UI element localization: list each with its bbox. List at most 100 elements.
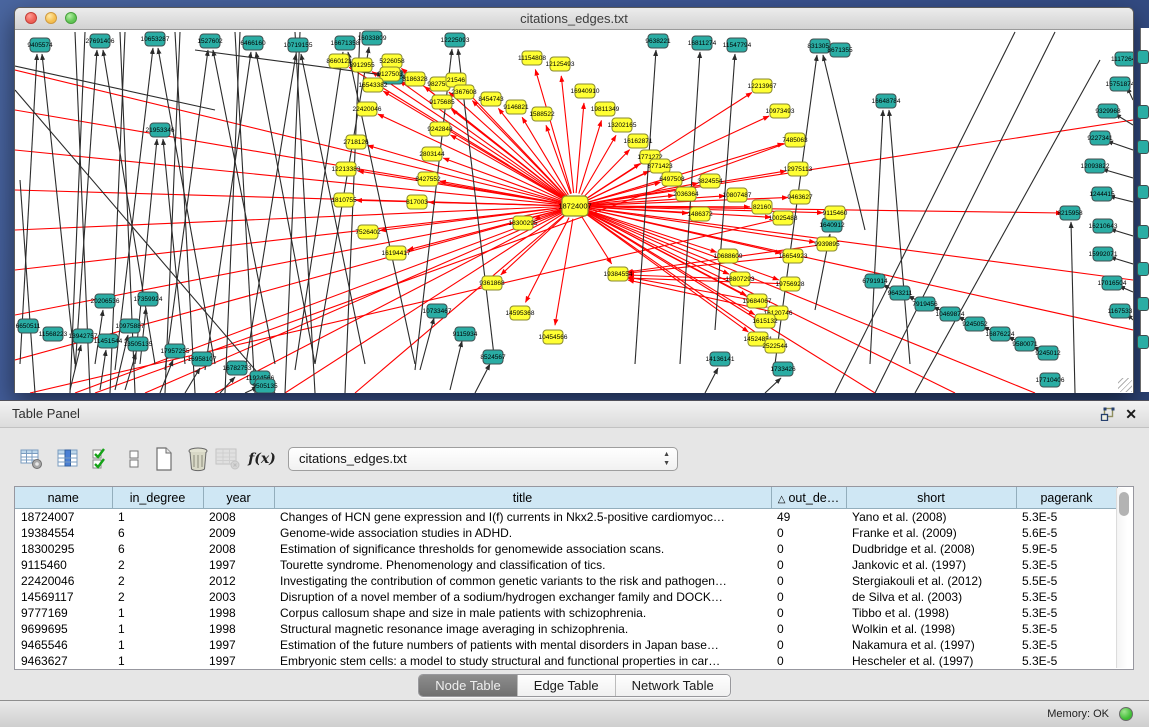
graph-node[interactable]: 16210643 [1089, 219, 1118, 233]
row-pair-icon[interactable] [120, 445, 148, 473]
graph-node[interactable]: 9245052 [962, 317, 988, 331]
graph-node[interactable] [1137, 335, 1149, 349]
graph-node[interactable]: 9175685 [429, 95, 455, 109]
graph-node[interactable] [1137, 105, 1149, 119]
graph-node[interactable]: 9505135 [252, 379, 278, 393]
table-cell[interactable]: 5.3E-5 [1016, 557, 1117, 573]
table-cell[interactable]: 2 [112, 573, 203, 589]
graph-node[interactable]: 17359924 [134, 292, 163, 306]
graph-node[interactable]: 1527602 [197, 34, 223, 48]
graph-node[interactable]: 10719155 [284, 38, 313, 52]
graph-node[interactable]: 10025488 [769, 211, 798, 225]
function-builder-icon[interactable]: f(x) [248, 445, 276, 473]
table-cell[interactable]: 49 [771, 509, 846, 526]
graph-node[interactable]: 16654923 [779, 249, 808, 263]
table-cell[interactable]: Disruption of a novel member of a sodium… [274, 589, 771, 605]
graph-node[interactable]: 19684067 [743, 294, 772, 308]
table-cell[interactable]: 1997 [203, 557, 274, 573]
table-cell[interactable]: 6 [112, 541, 203, 557]
column-header[interactable]: year [203, 487, 274, 509]
table-cell[interactable]: 5.3E-5 [1016, 589, 1117, 605]
graph-node[interactable]: 13202165 [608, 118, 637, 132]
graph-node[interactable]: 7526402 [355, 225, 381, 239]
float-panel-icon[interactable] [1100, 407, 1115, 421]
table-cell[interactable]: 0 [771, 621, 846, 637]
table-cell[interactable]: Estimation of the future numbers of pati… [274, 637, 771, 653]
graph-node[interactable]: 1244415 [1089, 187, 1115, 201]
zoom-window-button[interactable] [65, 12, 77, 24]
table-cell[interactable]: 0 [771, 605, 846, 621]
graph-node[interactable]: 9939895 [814, 237, 840, 251]
graph-node[interactable]: 6791914 [862, 274, 888, 288]
graph-hub-node[interactable]: 18724007 [558, 196, 591, 216]
table-cell[interactable]: 0 [771, 573, 846, 589]
graph-node[interactable]: 5226058 [379, 54, 405, 68]
graph-node[interactable]: 6497508 [659, 172, 685, 186]
table-cell[interactable]: 19384554 [15, 525, 112, 541]
graph-node[interactable]: 16648784 [872, 94, 901, 108]
graph-node[interactable]: 8215958 [1057, 206, 1083, 220]
graph-node[interactable]: 12213383 [332, 162, 361, 176]
table-cell[interactable]: Nakamura et al. (1997) [846, 637, 1016, 653]
graph-node[interactable]: 8427552 [415, 172, 441, 186]
table-cell[interactable]: 9115460 [15, 557, 112, 573]
table-cell[interactable]: 0 [771, 541, 846, 557]
table-cell[interactable]: Stergiakouli et al. (2012) [846, 573, 1016, 589]
graph-node[interactable]: 1486372 [687, 207, 713, 221]
tab-node-table[interactable]: Node Table [419, 675, 517, 696]
graph-node[interactable]: 1810755 [331, 193, 357, 207]
graph-node[interactable]: 16671358 [331, 36, 360, 50]
tab-edge-table[interactable]: Edge Table [517, 675, 615, 696]
graph-node[interactable] [1137, 50, 1149, 64]
new-column-icon[interactable] [150, 445, 178, 473]
graph-node[interactable]: 11547794 [723, 38, 752, 52]
table-cell[interactable]: 5.5E-5 [1016, 573, 1117, 589]
graph-node[interactable]: 12225093 [441, 33, 470, 47]
graph-node[interactable]: 16194417 [382, 246, 411, 260]
graph-node[interactable]: 9115460 [823, 206, 848, 220]
graph-node[interactable]: 8524567 [480, 350, 506, 364]
graph-node[interactable]: 8186328 [402, 72, 428, 86]
table-cell[interactable]: Estimation of significance thresholds fo… [274, 541, 771, 557]
graph-node[interactable]: 2367608 [451, 85, 477, 99]
graph-node[interactable]: 15751874 [1106, 77, 1133, 91]
table-cell[interactable]: Tourette syndrome. Phenomenology and cla… [274, 557, 771, 573]
table-cell[interactable]: 9699695 [15, 621, 112, 637]
table-cell[interactable]: 2 [112, 589, 203, 605]
table-cell[interactable]: 1998 [203, 605, 274, 621]
resize-grip[interactable] [1118, 378, 1132, 392]
column-header[interactable]: short [846, 487, 1016, 509]
table-cell[interactable]: 22420046 [15, 573, 112, 589]
graph-node[interactable]: 9638221 [645, 34, 671, 48]
table-cell[interactable]: 18724007 [15, 509, 112, 526]
table-cell[interactable]: Dudbridge et al. (2008) [846, 541, 1016, 557]
graph-node[interactable]: 82160 [752, 200, 772, 214]
table-cell[interactable]: 5.9E-5 [1016, 541, 1117, 557]
graph-node[interactable]: 17957255 [161, 344, 190, 358]
table-row[interactable]: 911546021997Tourette syndrome. Phenomeno… [15, 557, 1117, 573]
table-cell[interactable]: Structural magnetic resonance image aver… [274, 621, 771, 637]
graph-node[interactable]: 18807293 [726, 272, 755, 286]
graph-node[interactable]: 11172644 [1111, 52, 1133, 66]
graph-node[interactable]: 10975887 [116, 319, 145, 333]
graph-node[interactable]: 9329968 [1095, 104, 1121, 118]
table-row[interactable]: 977716911998Corpus callosum shape and si… [15, 605, 1117, 621]
graph-node[interactable]: 20206536 [91, 294, 120, 308]
graph-node[interactable]: 8671355 [827, 43, 853, 57]
graph-node[interactable]: 19756928 [776, 277, 805, 291]
graph-node[interactable]: 16876224 [986, 327, 1015, 341]
graph-node[interactable]: 9405574 [27, 38, 53, 52]
graph-node[interactable]: 12093822 [1081, 159, 1110, 173]
graph-node[interactable]: 817003 [406, 195, 428, 209]
table-cell[interactable]: Embryonic stem cells: a model to study s… [274, 653, 771, 669]
graph-node[interactable]: 11154808 [518, 51, 546, 65]
table-row[interactable]: 1456911722003Disruption of a novel membe… [15, 589, 1117, 605]
graph-node[interactable]: 14136141 [706, 352, 735, 366]
graph-node[interactable]: 17710406 [1036, 373, 1065, 387]
graph-node[interactable]: 6466160 [240, 36, 266, 50]
scrollbar-thumb[interactable] [1119, 492, 1129, 516]
table-cell[interactable]: 1 [112, 637, 203, 653]
graph-node[interactable]: 12975113 [784, 162, 813, 176]
delete-table-icon[interactable] [214, 445, 242, 473]
graph-node[interactable]: 13505135 [124, 337, 153, 351]
